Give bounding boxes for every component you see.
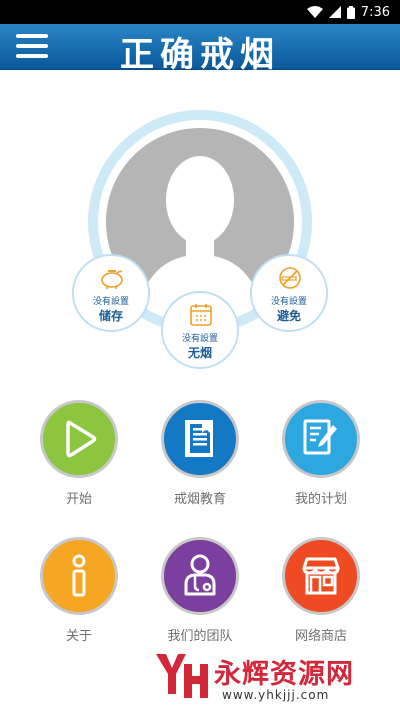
stat-avoided[interactable]: 没有設置 避免	[250, 254, 328, 332]
watermark-url: www.yhkjjj.com	[222, 688, 330, 702]
status-bar: 7:36	[0, 0, 400, 24]
signal-icon	[328, 6, 341, 18]
tile-my-plan-label: 我的计划	[294, 492, 347, 507]
app-screen: 7:36 正确戒烟 没有設置 储存 没有設置 无烟 没有設置 避免 开始 戒烟教…	[0, 0, 400, 710]
page-title: 正确戒烟	[120, 35, 280, 75]
info-icon	[40, 537, 118, 615]
book-icon	[161, 400, 239, 478]
stat-savings-value: 没有設置	[92, 297, 129, 307]
stat-smoke-free-label: 无烟	[187, 346, 212, 360]
wifi-icon	[306, 6, 323, 18]
no-smoking-icon	[276, 266, 304, 290]
tile-online-store-label: 网络商店	[294, 629, 347, 644]
stat-smoke-free-value: 没有設置	[181, 334, 218, 344]
tile-our-team[interactable]: 我们的团队	[145, 537, 255, 657]
tile-online-store[interactable]: 网络商店	[266, 537, 376, 657]
watermark: 永辉资源网 www.yhkjjj.com	[150, 650, 400, 710]
stat-avoided-label: 避免	[276, 309, 301, 323]
app-header: 正确戒烟	[0, 24, 400, 75]
tile-my-plan[interactable]: 我的计划	[266, 400, 376, 520]
plan-edit-icon	[282, 400, 360, 478]
team-doctor-icon	[161, 537, 239, 615]
tile-about[interactable]: 关于	[24, 537, 134, 657]
tile-start-label: 开始	[65, 492, 92, 507]
stat-avoided-value: 没有設置	[270, 297, 307, 307]
stat-savings[interactable]: 没有設置 储存	[72, 254, 150, 332]
watermark-name: 永辉资源网	[214, 659, 354, 690]
stat-savings-label: 储存	[98, 309, 123, 323]
stat-smoke-free[interactable]: 没有設置 无烟	[161, 291, 239, 369]
tile-education[interactable]: 戒烟教育	[145, 400, 255, 520]
battery-icon	[346, 5, 355, 19]
status-time: 7:36	[360, 4, 390, 20]
store-icon	[282, 537, 360, 615]
tile-our-team-label: 我们的团队	[167, 629, 233, 644]
tile-about-label: 关于	[65, 629, 92, 644]
piggy-bank-icon	[98, 266, 126, 290]
watermark-logo-icon	[150, 650, 210, 706]
tile-start[interactable]: 开始	[24, 400, 134, 520]
tile-education-label: 戒烟教育	[173, 492, 226, 507]
play-icon	[40, 400, 118, 478]
calendar-icon	[187, 303, 215, 327]
